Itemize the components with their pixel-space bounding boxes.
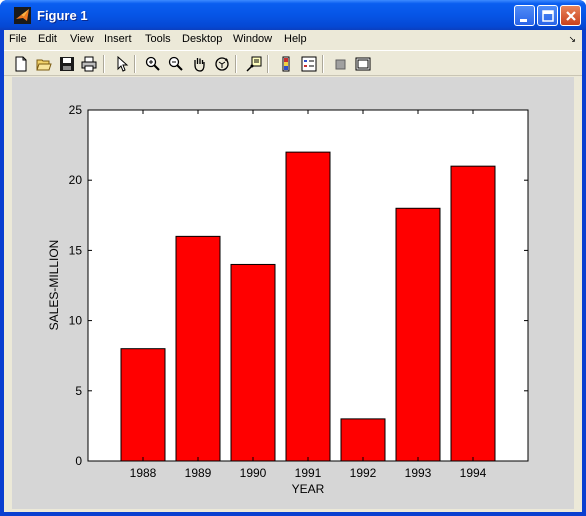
data-cursor-icon <box>246 56 262 72</box>
hide-plot-tools-button[interactable] <box>331 54 351 74</box>
open-file-button[interactable] <box>34 54 54 74</box>
menu-tools[interactable]: Tools <box>145 33 171 45</box>
print-button[interactable] <box>79 54 99 74</box>
show-plot-tools-icon <box>355 57 371 71</box>
bar-1990[interactable] <box>230 263 276 462</box>
show-plot-tools-button[interactable] <box>353 54 373 74</box>
insert-legend-button[interactable] <box>299 54 319 74</box>
bar-1994[interactable] <box>450 165 496 462</box>
open-file-icon <box>36 59 52 71</box>
rotate-3d-button[interactable] <box>212 54 232 74</box>
y-tick-label: 5 <box>75 384 82 398</box>
zoom-in-button[interactable] <box>143 54 163 74</box>
figure-client-area: File Edit View Insert Tools Desktop Wind… <box>4 30 582 512</box>
zoom-out-button[interactable] <box>166 54 186 74</box>
toolbar-separator <box>134 55 136 73</box>
edit-plot-button[interactable] <box>112 54 132 74</box>
toolbar-separator <box>103 55 105 73</box>
save-button[interactable] <box>57 54 77 74</box>
figure-window: Figure 1 File Edit View Insert Tools Des… <box>0 0 586 516</box>
minimize-icon <box>520 19 527 22</box>
new-figure-button[interactable] <box>11 54 31 74</box>
y-tick-label: 15 <box>69 243 83 257</box>
pan-button[interactable] <box>189 54 209 74</box>
new-figure-icon <box>15 56 27 72</box>
zoom-out-icon <box>168 56 183 71</box>
window-bottom-edge <box>4 509 582 512</box>
x-tick-label: 1992 <box>350 466 377 480</box>
x-axis-label: YEAR <box>292 482 325 496</box>
x-tick-label: 1993 <box>405 466 432 480</box>
toolbar-separator <box>322 55 324 73</box>
close-icon <box>566 11 576 21</box>
menu-dock-arrow[interactable]: ↘ <box>568 34 576 45</box>
zoom-in-icon <box>145 56 160 71</box>
y-axis-label: SALES-MILLION <box>47 240 61 331</box>
insert-colorbar-button[interactable] <box>276 54 296 74</box>
bar-1989[interactable] <box>175 235 221 462</box>
title-bar[interactable]: Figure 1 <box>0 0 586 30</box>
figure-toolbar <box>4 50 582 76</box>
pan-hand-icon <box>194 58 205 72</box>
print-icon <box>81 56 97 72</box>
y-tick-label: 10 <box>69 314 83 328</box>
figure-canvas: 0 5 10 15 20 25 1988 1989 1990 1991 1992 1993 1994 … <box>12 77 574 509</box>
menu-window[interactable]: Window <box>233 33 272 45</box>
menu-desktop[interactable]: Desktop <box>182 33 222 45</box>
close-button[interactable] <box>560 5 581 26</box>
bar-1991[interactable] <box>285 151 331 462</box>
bar-1992[interactable] <box>340 418 386 462</box>
menu-help[interactable]: Help <box>284 33 307 45</box>
x-tick-label: 1988 <box>130 466 157 480</box>
bar-1993[interactable] <box>395 207 441 462</box>
menu-bar: File Edit View Insert Tools Desktop Wind… <box>4 30 582 49</box>
bar-chart: 0510152025 1988 1989 1990 1991 1992 1993 1994 … <box>47 103 529 496</box>
toolbar-separator <box>267 55 269 73</box>
x-tick-label: 1994 <box>460 466 487 480</box>
menu-insert[interactable]: Insert <box>104 33 132 45</box>
y-tick-label: 25 <box>69 103 83 117</box>
window-title: Figure 1 <box>37 8 88 23</box>
data-cursor-button[interactable] <box>244 54 264 74</box>
x-tick-label: 1991 <box>295 466 322 480</box>
matlab-logo-icon <box>14 7 31 24</box>
insert-legend-icon <box>301 56 317 72</box>
menu-view[interactable]: View <box>70 33 94 45</box>
minimize-button[interactable] <box>514 5 535 26</box>
menu-file[interactable]: File <box>9 33 27 45</box>
bar-1988[interactable] <box>120 348 166 462</box>
maximize-button[interactable] <box>537 5 558 26</box>
maximize-icon <box>542 10 554 22</box>
x-tick-label: 1989 <box>185 466 212 480</box>
hide-plot-tools-icon <box>335 59 346 70</box>
menu-edit[interactable]: Edit <box>38 33 57 45</box>
y-tick-label: 0 <box>75 454 82 468</box>
x-tick-label: 1990 <box>240 466 267 480</box>
save-icon <box>60 57 74 71</box>
y-tick-label: 20 <box>69 173 83 187</box>
edit-plot-arrow-icon <box>117 56 129 72</box>
rotate-3d-icon <box>215 57 229 71</box>
insert-colorbar-icon <box>282 56 290 72</box>
toolbar-separator <box>235 55 237 73</box>
